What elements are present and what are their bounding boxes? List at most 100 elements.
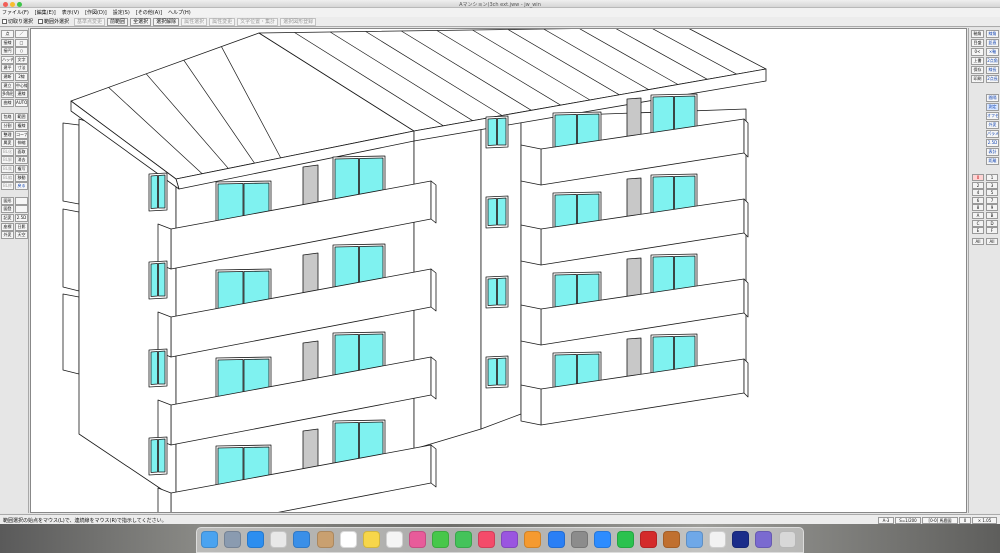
paper-size[interactable]: A-3 [878, 516, 894, 524]
dock-line-icon[interactable] [616, 531, 634, 548]
dock-finder-icon[interactable] [201, 531, 218, 548]
scale-readout[interactable]: S=1/200 [895, 516, 921, 524]
checkbox-box[interactable] [2, 19, 7, 24]
outside-select-checkbox[interactable]: 範囲外選択 [38, 18, 69, 25]
left-tool-button[interactable]: ハッチ [1, 55, 14, 64]
left-tool-button[interactable]: 属変 [1, 139, 14, 148]
left-tool-button[interactable]: BL編 [1, 173, 14, 182]
right-tool-button[interactable]: 上書 [971, 57, 984, 65]
dock-zoom-icon[interactable] [593, 531, 611, 548]
layer-button[interactable]: F [986, 227, 998, 235]
layer-button[interactable]: 3 [986, 181, 998, 189]
menu-other[interactable]: [その他(A)] [136, 9, 162, 16]
left-tool-button[interactable]: 消去 [15, 156, 28, 165]
layer-button[interactable]: 2 [972, 181, 984, 189]
left-tool-button[interactable]: 記変 [1, 214, 14, 222]
menu-settings[interactable]: 設定(S) [113, 9, 130, 16]
left-tool-button[interactable]: 接線 [1, 38, 14, 47]
left-tool-button[interactable]: AUTO [15, 98, 28, 107]
left-tool-button[interactable]: 寸法 [15, 64, 28, 73]
left-tool-button[interactable]: 多角形 [1, 90, 14, 99]
left-tool-button[interactable]: 曲線 [1, 98, 14, 107]
dock-facetime-icon[interactable] [455, 531, 473, 548]
left-tool-button[interactable]: 図形 [1, 196, 14, 205]
layer-button[interactable]: A [972, 212, 984, 219]
left-tool-button[interactable]: ○ [15, 47, 28, 56]
left-tool-button[interactable]: 移動 [15, 173, 28, 182]
right-tool-button[interactable]: オフセット [986, 112, 999, 120]
left-tool-button[interactable]: 点 [1, 30, 14, 38]
right-tool-button[interactable]: 表計 [986, 148, 999, 156]
layer-button[interactable]: 6 [972, 196, 984, 204]
dock-mail-icon[interactable] [293, 531, 311, 548]
right-tool-button[interactable]: 2点角 [986, 57, 999, 65]
dock-textedit-icon[interactable] [709, 531, 727, 548]
left-tool-button[interactable]: 文字 [15, 55, 28, 64]
right-tool-button[interactable]: 保存 [971, 66, 984, 74]
select-all-button[interactable]: 全選択 [130, 17, 152, 26]
dock-calendar-icon[interactable] [339, 531, 357, 548]
angle-readout[interactable]: 0 [959, 516, 971, 524]
layer-all-button[interactable]: All [972, 238, 984, 245]
left-tool-button[interactable]: BL終 [1, 182, 14, 191]
left-tool-button[interactable]: 連線 [15, 90, 28, 99]
left-tool-button[interactable]: 図登 [1, 205, 14, 214]
dock-messages-icon[interactable] [432, 531, 449, 548]
dock-chrome-icon[interactable] [270, 531, 288, 548]
right-tool-button[interactable]: ×軸 [986, 48, 999, 56]
left-tool-button[interactable]: BL属 [1, 165, 14, 173]
right-tool-button[interactable]: 間隔 [986, 94, 999, 102]
left-tool-button[interactable]: BL化 [1, 147, 14, 156]
right-tool-button[interactable]: 目盛 [971, 39, 984, 47]
left-tool-button[interactable]: 2.5D [15, 214, 28, 222]
dock-music-icon[interactable] [478, 531, 496, 548]
layer-button[interactable]: B [986, 212, 998, 219]
left-tool-button[interactable]: 複線 [15, 122, 28, 130]
left-tool-button[interactable]: 建平 [1, 64, 14, 73]
left-tool-button[interactable]: BL解 [1, 156, 14, 165]
dock-system-preferences-icon[interactable] [570, 531, 588, 548]
previous-range-button[interactable]: 前範囲 [107, 17, 129, 26]
attribute-select-button[interactable]: 属性選択 [181, 17, 208, 26]
layer-all-button[interactable]: All [986, 238, 998, 245]
zoom-readout[interactable]: × 1.05 [972, 516, 997, 524]
layer-button[interactable]: 4 [972, 189, 984, 197]
left-tool-button[interactable]: 外変 [1, 231, 14, 240]
left-tool-button[interactable]: 天空 [15, 231, 28, 240]
dock-other-icon[interactable] [755, 531, 773, 548]
dock-books-icon[interactable] [524, 531, 542, 548]
left-tool-button[interactable]: 2線 [15, 73, 28, 81]
layer-button[interactable]: D [986, 219, 998, 227]
right-tool-button[interactable]: 2点長 [986, 75, 999, 83]
register-figure-button[interactable]: 選択図形登録 [280, 17, 317, 26]
left-tool-button[interactable]: 分割 [1, 122, 14, 130]
dock-app-store-icon[interactable] [547, 531, 565, 548]
layer-button[interactable]: 5 [986, 189, 998, 197]
left-tool-button[interactable]: コーナー [15, 130, 28, 139]
layer-button[interactable]: E [972, 227, 984, 235]
right-tool-button[interactable]: 測定 [986, 103, 999, 111]
right-tool-button[interactable]: 線長 [986, 66, 999, 74]
dock-podcasts-icon[interactable] [501, 531, 519, 548]
menu-file[interactable]: ファイル(F) [2, 9, 29, 16]
left-tool-button[interactable]: 日影 [15, 222, 28, 231]
right-tool-button[interactable]: 2.5D [986, 139, 999, 147]
layer-button[interactable]: C [972, 219, 984, 227]
text-position-button[interactable]: 文字位置・集計 [237, 17, 279, 26]
layer-readout[interactable]: [0-0] 馬鹿図 [922, 516, 958, 524]
layer-button[interactable]: 1 [986, 174, 998, 181]
left-tool-button[interactable]: 包絡 [1, 113, 14, 122]
dock-acrobat-icon[interactable] [639, 531, 657, 548]
right-tool-button[interactable]: 印刷 [971, 75, 984, 83]
dock-preview-icon[interactable] [686, 531, 704, 548]
layer-button[interactable]: 7 [986, 196, 998, 204]
left-tool-button[interactable]: 戻る [15, 182, 28, 191]
cut-select-checkbox[interactable]: 切取り選択 [2, 18, 33, 25]
dock-notes-icon[interactable] [362, 531, 380, 548]
left-tool-button[interactable]: ／ [15, 30, 28, 38]
layer-button[interactable]: 8 [972, 204, 984, 212]
layer-button[interactable]: 9 [986, 204, 998, 212]
right-tool-button[interactable]: 鉛直 [986, 39, 999, 47]
attribute-change-button[interactable]: 属性変更 [209, 17, 236, 26]
left-tool-button[interactable]: 建立 [1, 81, 14, 90]
